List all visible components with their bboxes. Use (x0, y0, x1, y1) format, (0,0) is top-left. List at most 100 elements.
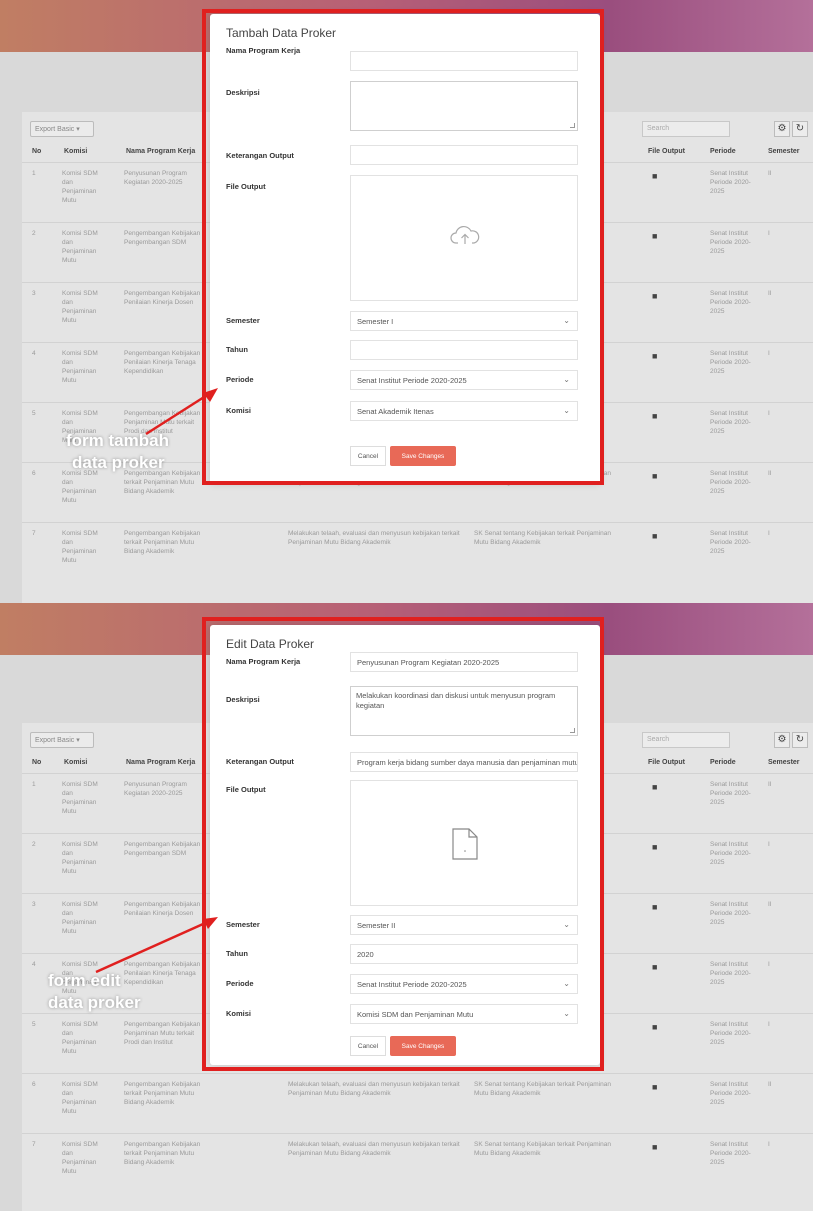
refresh-icon[interactable]: ↻ (792, 732, 808, 748)
cell-komisi: Komisi SDM dan Penjaminan Mutu (62, 530, 98, 564)
cell-semester: I (768, 350, 770, 357)
file-output-icon[interactable]: ■ (652, 962, 657, 972)
chevron-down-icon: ▾ (76, 126, 80, 133)
cell-semester: II (768, 470, 772, 477)
cell-komisi: Komisi SDM dan Penjaminan Mutu (62, 230, 98, 264)
highlight-frame (202, 617, 604, 1071)
screenshot-add-proker: Export Basic ▾ Search ⚙ ↻ No Komisi Nama… (0, 0, 813, 603)
col-nama-program: Nama Program Kerja (126, 759, 196, 766)
cell-semester: II (768, 901, 772, 908)
cell-no: 7 (32, 1141, 36, 1148)
annotation-line-2: data proker (48, 993, 141, 1012)
search-input[interactable]: Search (642, 121, 730, 137)
col-periode: Periode (710, 148, 736, 155)
settings-icon[interactable]: ⚙ (774, 121, 790, 137)
file-output-icon[interactable]: ■ (652, 782, 657, 792)
export-basic-button[interactable]: Export Basic ▾ (30, 121, 94, 137)
col-komisi: Komisi (64, 759, 88, 766)
cell-komisi: Komisi SDM dan Penjaminan Mutu (62, 1081, 98, 1115)
cell-komisi: Komisi SDM dan Penjaminan Mutu (62, 1141, 98, 1175)
cell-semester: II (768, 781, 772, 788)
cell-semester: II (768, 290, 772, 297)
col-periode: Periode (710, 759, 736, 766)
cell-periode: Senat Institut Periode 2020-2025 (710, 290, 751, 315)
highlight-frame (202, 9, 604, 485)
annotation-line-1: form edit (48, 971, 121, 990)
cell-komisi: Komisi SDM dan Penjaminan Mutu (62, 781, 98, 815)
cell-program: Pengembangan Kebijakan Penjaminan Mutu t… (124, 1021, 201, 1046)
file-output-icon[interactable]: ■ (652, 351, 657, 361)
cell-program: Pengembangan Kebijakan Pengembangan SDM (124, 230, 201, 246)
cell-periode: Senat Institut Periode 2020-2025 (710, 901, 751, 926)
col-semester: Semester (768, 759, 800, 766)
cell-periode: Senat Institut Periode 2020-2025 (710, 230, 751, 255)
col-nama-program: Nama Program Kerja (126, 148, 196, 155)
table-row: 7 Komisi SDM dan Penjaminan Mutu Pengemban… (22, 1133, 813, 1191)
cell-no: 1 (32, 781, 36, 788)
file-output-icon[interactable]: ■ (652, 411, 657, 421)
export-label: Export Basic (35, 737, 75, 744)
col-no: No (32, 759, 42, 766)
chevron-down-icon: ▾ (76, 737, 80, 744)
cell-semester: I (768, 230, 770, 237)
cell-program: Pengembangan Kebijakan terkait Penjamina… (124, 1141, 201, 1166)
annotation-label-add: form tambah data proker (66, 430, 169, 474)
cell-program: Penyusunan Program Kegiatan 2020-2025 (124, 781, 187, 797)
cell-semester: II (768, 170, 772, 177)
cell-program: Pengembangan Kebijakan terkait Penjamina… (124, 1081, 201, 1106)
refresh-icon[interactable]: ↻ (792, 121, 808, 137)
table-row: 7 Komisi SDM dan Penjaminan Mutu Pengemban… (22, 522, 813, 580)
cell-deskripsi: Melakukan telaah, evaluasi dan menyusun … (288, 530, 460, 546)
cell-periode: Senat Institut Periode 2020-2025 (710, 470, 751, 495)
export-label: Export Basic (35, 126, 75, 133)
search-placeholder: Search (647, 125, 670, 132)
cell-komisi: Komisi SDM dan Penjaminan Mutu (62, 350, 98, 384)
file-output-icon[interactable]: ■ (652, 902, 657, 912)
cell-semester: I (768, 841, 770, 848)
annotation-label-edit: form edit data proker (48, 970, 141, 1014)
file-output-icon[interactable]: ■ (652, 1022, 657, 1032)
file-output-icon[interactable]: ■ (652, 291, 657, 301)
col-file-output: File Output (648, 148, 685, 155)
cell-komisi: Komisi SDM dan Penjaminan Mutu (62, 470, 98, 504)
cell-periode: Senat Institut Periode 2020-2025 (710, 1141, 751, 1166)
cell-periode: Senat Institut Periode 2020-2025 (710, 961, 751, 986)
file-output-icon[interactable]: ■ (652, 842, 657, 852)
cell-no: 1 (32, 170, 36, 177)
col-file-output: File Output (648, 759, 685, 766)
cell-keterangan: SK Senat tentang Kebijakan terkait Penja… (474, 1141, 611, 1157)
cell-no: 5 (32, 1021, 36, 1028)
file-output-icon[interactable]: ■ (652, 1082, 657, 1092)
cell-no: 2 (32, 841, 36, 848)
annotation-line-1: form tambah (66, 431, 169, 450)
search-input[interactable]: Search (642, 732, 730, 748)
cell-semester: I (768, 530, 770, 537)
file-output-icon[interactable]: ■ (652, 231, 657, 241)
cell-no: 3 (32, 290, 36, 297)
export-basic-button[interactable]: Export Basic ▾ (30, 732, 94, 748)
cell-no: 6 (32, 1081, 36, 1088)
cell-periode: Senat Institut Periode 2020-2025 (710, 841, 751, 866)
cell-semester: I (768, 1021, 770, 1028)
cell-semester: I (768, 961, 770, 968)
cell-no: 4 (32, 350, 36, 357)
settings-icon[interactable]: ⚙ (774, 732, 790, 748)
cell-komisi: Komisi SDM dan Penjaminan Mutu (62, 170, 98, 204)
file-output-icon[interactable]: ■ (652, 531, 657, 541)
cell-periode: Senat Institut Periode 2020-2025 (710, 1021, 751, 1046)
cell-program: Pengembangan Kebijakan terkait Penjamina… (124, 530, 201, 555)
col-semester: Semester (768, 148, 800, 155)
file-output-icon[interactable]: ■ (652, 1142, 657, 1152)
cell-program: Penyusunan Program Kegiatan 2020-2025 (124, 170, 187, 186)
cell-deskripsi: Melakukan telaah, evaluasi dan menyusun … (288, 1081, 460, 1097)
cell-periode: Senat Institut Periode 2020-2025 (710, 170, 751, 195)
col-no: No (32, 148, 42, 155)
annotation-line-2: data proker (72, 453, 165, 472)
file-output-icon[interactable]: ■ (652, 471, 657, 481)
cell-no: 4 (32, 961, 36, 968)
cell-program: Pengembangan Kebijakan Penilaian Kinerja… (124, 290, 201, 306)
file-output-icon[interactable]: ■ (652, 171, 657, 181)
cell-periode: Senat Institut Periode 2020-2025 (710, 530, 751, 555)
cell-keterangan: SK Senat tentang Kebijakan terkait Penja… (474, 530, 611, 546)
cell-program: Pengembangan Kebijakan Pengembangan SDM (124, 841, 201, 857)
